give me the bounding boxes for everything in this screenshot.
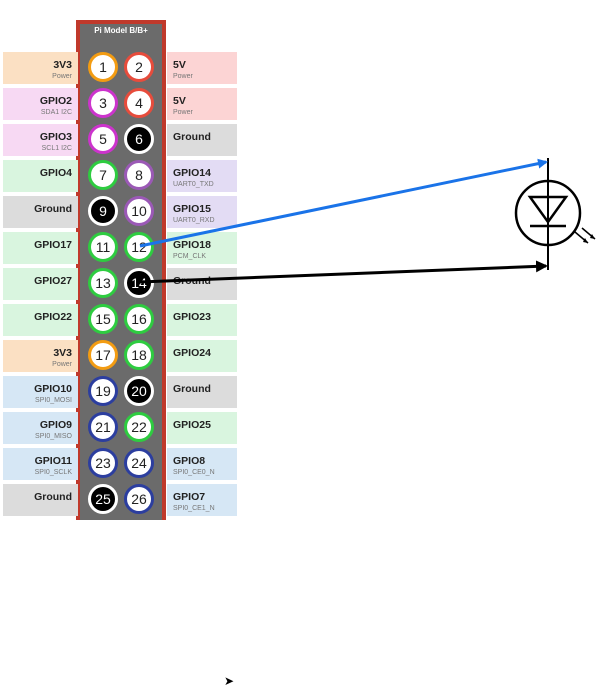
wiring-overlay xyxy=(139,158,596,284)
pinout-diagram: Pi Model B/B+ 3V3 Power 1 2 5V Power GPIO2 SDA1… xyxy=(0,0,600,689)
mouse-pointer-icon: ➤ xyxy=(224,674,235,688)
led-icon xyxy=(514,158,596,270)
wire-pin14-to-led xyxy=(139,260,548,284)
wire-pin12-to-led xyxy=(139,158,548,248)
